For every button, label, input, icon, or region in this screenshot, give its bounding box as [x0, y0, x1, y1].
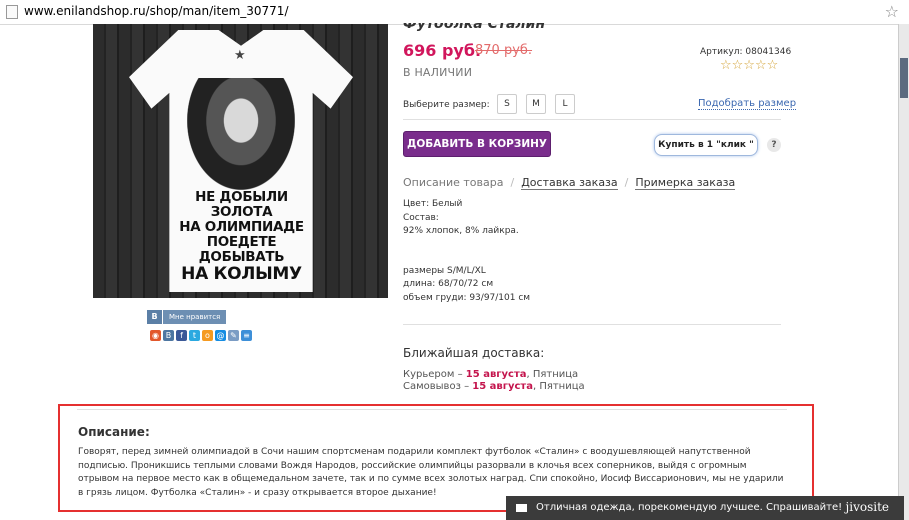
mailru-icon[interactable]: @ [215, 330, 226, 341]
detail-chest: объем груди: 93/97/101 см [403, 292, 531, 303]
tab-fitting[interactable]: Примерка заказа [635, 176, 736, 190]
odnoklassniki-icon[interactable]: о [202, 330, 213, 341]
article-number: Артикул: 08041346 [700, 47, 792, 57]
chat-widget[interactable]: Отличная одежда, порекомендую лучшее. Сп… [506, 496, 904, 520]
vk-like-widget[interactable]: В Мне нравится [147, 310, 227, 324]
star-logo-icon: ★ [234, 48, 246, 63]
facebook-icon[interactable]: f [176, 330, 187, 341]
size-label: Выберите размер: [403, 100, 490, 110]
vk-icon: В [147, 310, 162, 324]
jivosite-logo: jivosite [845, 500, 889, 514]
size-l-button[interactable]: L [555, 94, 575, 114]
vk-icon[interactable]: В [163, 330, 174, 341]
delivery-title: Ближайшая доставка: [403, 346, 545, 360]
size-m-button[interactable]: M [526, 94, 546, 114]
detail-composition-label: Состав: [403, 212, 439, 223]
bookmark-star-icon[interactable]: ☆ [885, 2, 899, 21]
detail-sizes: размеры S/M/L/XL [403, 265, 486, 276]
size-guide-link[interactable]: Подобрать размер [698, 98, 797, 110]
url-text[interactable]: www.enilandshop.ru/shop/man/item_30771/ [24, 4, 288, 18]
envelope-icon [516, 504, 527, 512]
detail-composition: 92% хлопок, 8% лайкра. [403, 226, 519, 236]
add-to-cart-button[interactable]: ДОБАВИТЬ В КОРЗИНУ [403, 131, 551, 157]
help-icon[interactable]: ? [767, 138, 781, 152]
product-price: 696 руб. [403, 41, 482, 60]
tab-delivery[interactable]: Доставка заказа [521, 176, 618, 190]
size-s-button[interactable]: S [497, 94, 517, 114]
rating-stars[interactable]: ☆☆☆☆☆ [720, 58, 778, 73]
twitter-icon[interactable]: t [189, 330, 200, 341]
product-details: Цвет: Белый Состав: 92% хлопок, 8% лайкр… [403, 198, 530, 305]
chat-message[interactable]: Отличная одежда, порекомендую лучшее. Сп… [536, 502, 842, 513]
courier-delivery: Курьером – 15 августа, Пятница [403, 369, 579, 380]
scrollbar[interactable] [898, 24, 909, 520]
divider [403, 119, 781, 120]
tab-description[interactable]: Описание товара [403, 176, 503, 189]
shirt-slogan: НЕ ДОБЫЛИ ЗОЛОТА НА ОЛИМПИАДЕ ПОЕДЕТЕ ДО… [179, 189, 304, 284]
divider [403, 324, 781, 325]
one-click-buy-button[interactable]: Купить в 1 "клик " [654, 134, 758, 156]
detail-length: длина: 68/70/72 см [403, 279, 494, 289]
tshirt-graphic: ★ НЕ ДОБЫЛИ ЗОЛОТА НА ОЛИМПИАДЕ ПОЕДЕТЕ … [129, 30, 353, 292]
product-image[interactable]: ★ НЕ ДОБЫЛИ ЗОЛОТА НА ОЛИМПИАДЕ ПОЕДЕТЕ … [93, 24, 388, 298]
social-icon[interactable]: ◉ [150, 330, 161, 341]
old-price: 870 руб. [475, 43, 533, 58]
tab-separator: / [510, 176, 515, 189]
detail-color: Цвет: Белый [403, 199, 463, 209]
portrait-graphic [187, 78, 295, 190]
description-title: Описание: [78, 425, 150, 439]
tab-separator: / [624, 176, 629, 189]
page-icon [6, 5, 18, 19]
stock-status: В НАЛИЧИИ [403, 66, 473, 79]
side-widget-tab[interactable] [900, 58, 908, 98]
livejournal-icon[interactable]: ✎ [228, 330, 239, 341]
vk-like-button[interactable]: Мне нравится [163, 310, 227, 324]
description-text: Говорят, перед зимней олимпиадой в Сочи … [78, 447, 784, 498]
pickup-delivery: Самовывоз – 15 августа, Пятница [403, 381, 585, 392]
product-tabs: Описание товара / Доставка заказа / Примерка… [403, 176, 736, 190]
liveinternet-icon[interactable]: ≡ [241, 330, 252, 341]
share-icons: ◉ Вf t о @ ✎ ≡ [150, 330, 254, 342]
